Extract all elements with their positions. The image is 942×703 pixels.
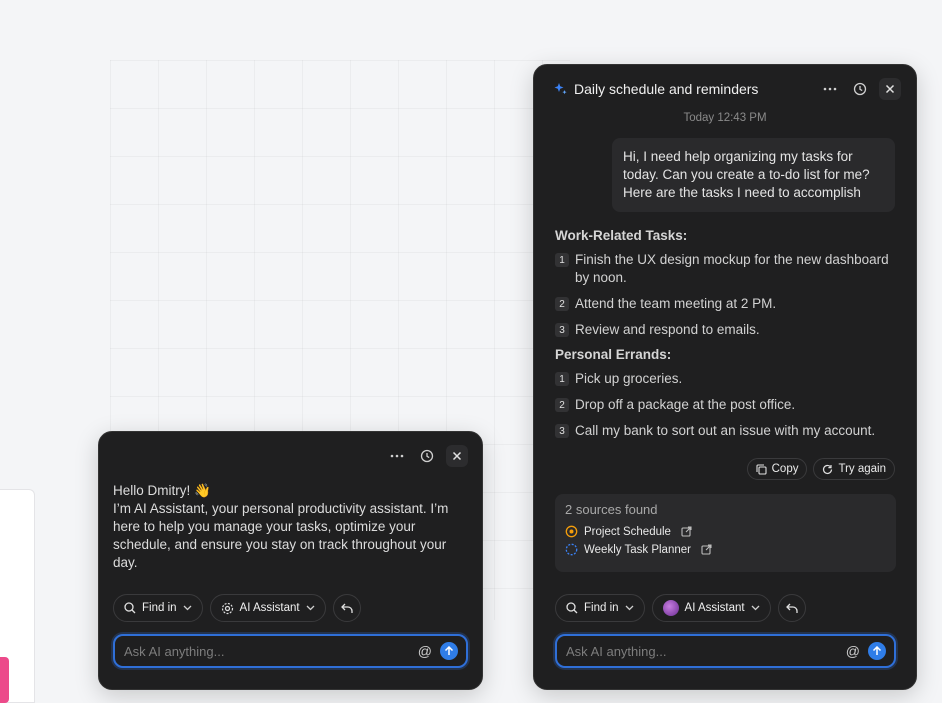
- assistant-dropdown[interactable]: AI Assistant: [209, 594, 326, 622]
- task-text: Call my bank to sort out an issue with m…: [575, 423, 876, 438]
- chevron-down-icon: [625, 605, 633, 611]
- sources-title: 2 sources found: [565, 502, 658, 517]
- list-item: 3 Review and respond to emails.: [555, 321, 900, 339]
- more-icon[interactable]: [819, 78, 841, 100]
- find-in-label: Find in: [142, 602, 177, 614]
- send-button[interactable]: [868, 642, 886, 660]
- greeting-message: Hello Dmitry! 👋 I’m AI Assistant, your p…: [113, 482, 458, 572]
- panel-header-actions: [819, 78, 901, 100]
- project-icon: [565, 525, 578, 538]
- list-item: 1 Finish the UX design mockup for the ne…: [555, 251, 900, 287]
- greeting-body: I’m AI Assistant, your personal producti…: [113, 501, 449, 570]
- input-toolbar: Find in AI Assistant: [555, 594, 806, 622]
- ask-input[interactable]: [124, 643, 418, 659]
- task-text: Attend the team meeting at 2 PM.: [575, 296, 777, 311]
- source-label: Weekly Task Planner: [584, 543, 691, 556]
- task-number: 1: [555, 253, 569, 267]
- task-number: 2: [555, 297, 569, 311]
- copy-button[interactable]: Copy: [746, 458, 808, 480]
- source-item[interactable]: Weekly Task Planner: [565, 543, 886, 556]
- undo-icon: [340, 603, 353, 613]
- find-in-label: Find in: [584, 602, 619, 614]
- ask-input-container: @: [555, 634, 896, 668]
- assistant-dropdown[interactable]: AI Assistant: [651, 594, 771, 622]
- avatar: [662, 600, 679, 616]
- copy-icon: [756, 463, 767, 475]
- task-number: 3: [555, 323, 569, 337]
- task-number: 2: [555, 398, 569, 412]
- greeting-title: Hello Dmitry! 👋: [113, 483, 211, 498]
- external-link-icon: [681, 526, 692, 537]
- task-text: Finish the UX design mockup for the new …: [575, 252, 889, 285]
- copy-label: Copy: [771, 463, 799, 475]
- panel-title-row: Daily schedule and reminders: [554, 81, 758, 97]
- list-item: 2 Attend the team meeting at 2 PM.: [555, 295, 900, 313]
- undo-icon: [785, 603, 798, 613]
- undo-button[interactable]: [777, 594, 806, 622]
- assistant-answer: Work-Related Tasks: 1 Finish the UX desi…: [555, 228, 900, 448]
- history-icon[interactable]: [416, 445, 438, 467]
- arrow-up-icon: [872, 646, 882, 655]
- answer-actions: Copy Try again: [746, 458, 895, 480]
- list-item: 1 Pick up groceries.: [555, 370, 900, 388]
- mention-icon[interactable]: @: [846, 643, 860, 659]
- chevron-down-icon: [183, 605, 191, 611]
- ask-input-container: @: [113, 634, 468, 668]
- history-icon[interactable]: [849, 78, 871, 100]
- refresh-icon: [823, 464, 833, 474]
- pink-tab[interactable]: [0, 657, 9, 703]
- task-number: 3: [555, 424, 569, 438]
- try-again-button[interactable]: Try again: [813, 458, 895, 480]
- gear-icon: [221, 602, 233, 614]
- sources-box: 2 sources found Project Schedule Weekly …: [555, 494, 896, 572]
- mention-icon[interactable]: @: [418, 643, 432, 659]
- list-item: 3 Call my bank to sort out an issue with…: [555, 422, 900, 440]
- close-icon[interactable]: [446, 445, 468, 467]
- search-icon: [566, 602, 578, 614]
- task-number: 1: [555, 372, 569, 386]
- find-in-dropdown[interactable]: Find in: [555, 594, 645, 622]
- user-message: Hi, I need help organizing my tasks for …: [612, 138, 895, 212]
- assistant-panel-small: Hello Dmitry! 👋 I’m AI Assistant, your p…: [98, 431, 483, 690]
- task-text: Review and respond to emails.: [575, 322, 760, 337]
- panel-title: Daily schedule and reminders: [574, 81, 759, 97]
- try-again-label: Try again: [838, 463, 886, 475]
- task-text: Pick up groceries.: [575, 371, 683, 386]
- ask-input[interactable]: [566, 643, 846, 659]
- section-title-work: Work-Related Tasks:: [555, 228, 688, 243]
- input-toolbar: Find in AI Assistant: [113, 594, 361, 622]
- external-link-icon: [701, 544, 712, 555]
- message-timestamp: Today 12:43 PM: [683, 112, 767, 124]
- assistant-panel-large: Daily schedule and reminders Today 12:43…: [533, 64, 917, 690]
- close-icon[interactable]: [879, 78, 901, 100]
- arrow-up-icon: [444, 646, 454, 655]
- more-icon[interactable]: [386, 445, 408, 467]
- sparkle-icon: [554, 83, 567, 95]
- send-button[interactable]: [440, 642, 458, 660]
- source-label: Project Schedule: [584, 525, 671, 538]
- list-item: 2 Drop off a package at the post office.: [555, 396, 900, 414]
- task-text: Drop off a package at the post office.: [575, 397, 796, 412]
- find-in-dropdown[interactable]: Find in: [113, 594, 203, 622]
- panel-header-actions: [386, 445, 468, 467]
- search-icon: [124, 602, 136, 614]
- assistant-label: AI Assistant: [239, 602, 300, 614]
- section-title-personal: Personal Errands:: [555, 347, 672, 362]
- source-item[interactable]: Project Schedule: [565, 525, 886, 538]
- undo-button[interactable]: [332, 594, 361, 622]
- assistant-label: AI Assistant: [684, 602, 745, 614]
- planner-icon: [565, 543, 578, 556]
- chevron-down-icon: [751, 605, 760, 611]
- chevron-down-icon: [306, 605, 315, 611]
